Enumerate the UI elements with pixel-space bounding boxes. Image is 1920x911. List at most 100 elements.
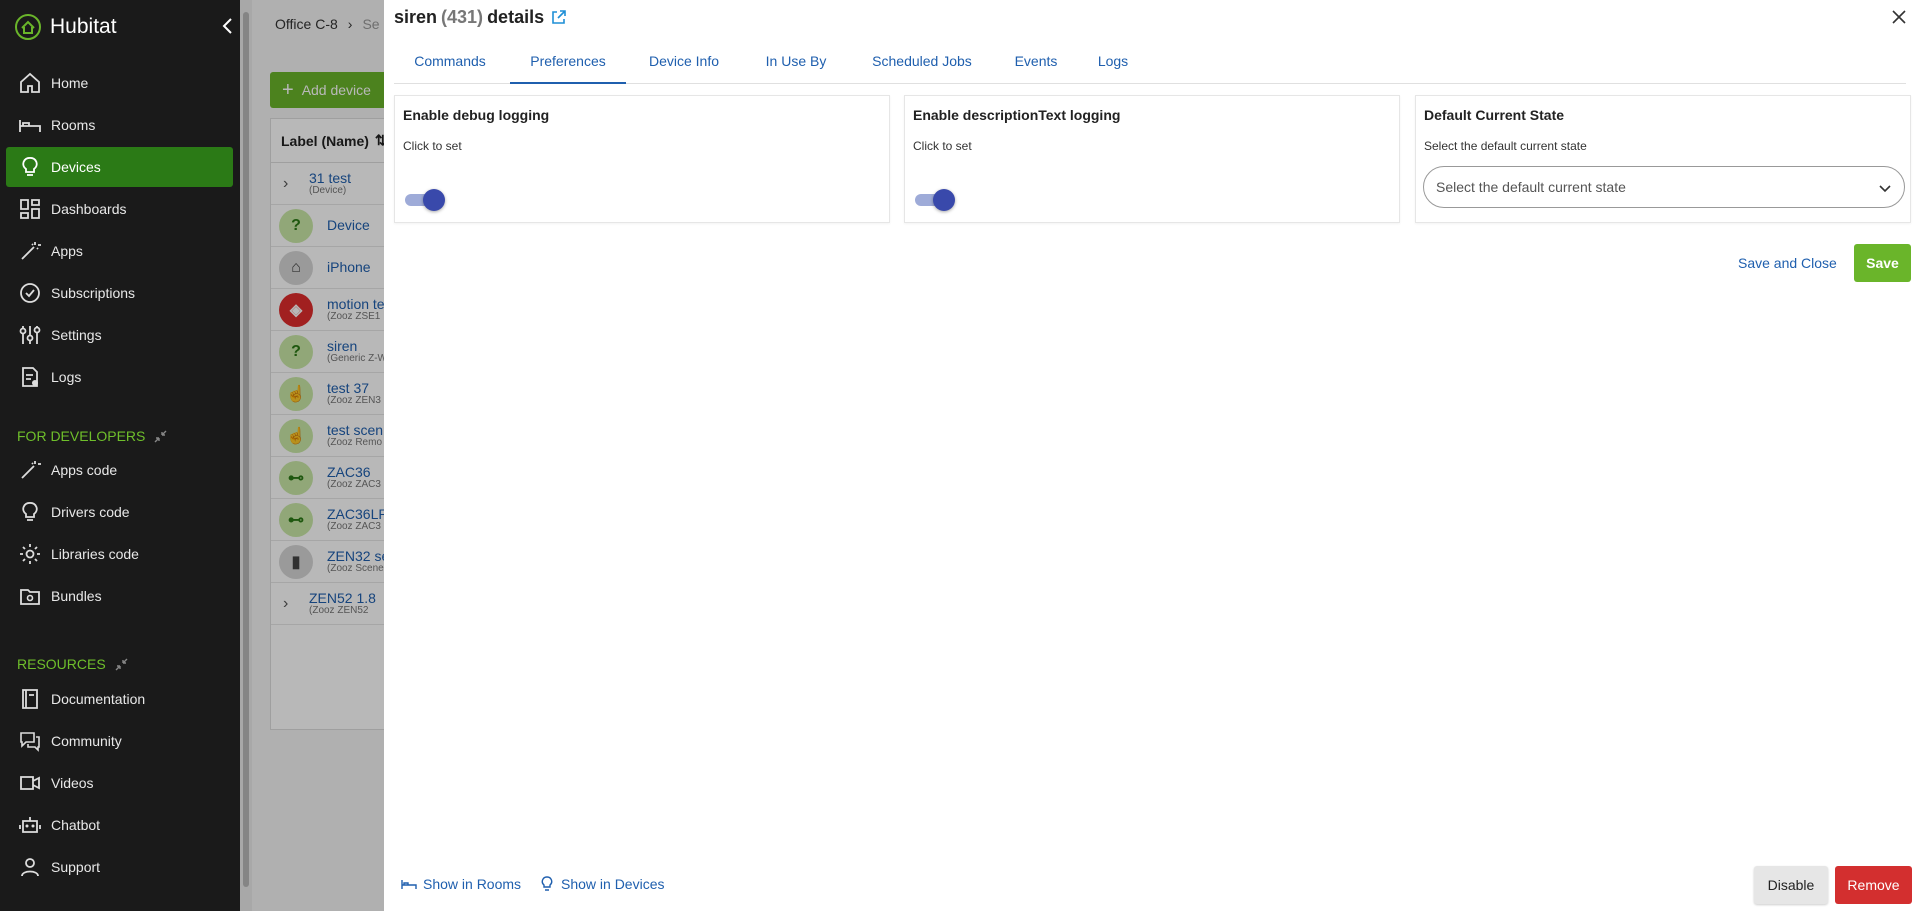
sidebar-item-subscriptions[interactable]: Subscriptions [6, 273, 233, 313]
logs-icon [22, 367, 38, 387]
tab-logs[interactable]: Logs [1080, 42, 1146, 84]
video-icon [20, 776, 40, 790]
tab-in-use-by[interactable]: In Use By [744, 42, 848, 84]
preference-hint: Click to set [913, 139, 972, 153]
sidebar-item-dashboards[interactable]: Dashboards [6, 189, 233, 229]
preference-title: Default Current State [1424, 107, 1565, 123]
description-logging-toggle[interactable] [913, 188, 957, 211]
sidebar-item-label: Community [51, 733, 122, 749]
sidebar-item-documentation[interactable]: Documentation [6, 679, 233, 719]
sidebar-item-support[interactable]: Support [6, 847, 233, 887]
preference-hint: Select the default current state [1424, 139, 1587, 153]
brand[interactable]: Hubitat [14, 12, 117, 42]
section-label: FOR DEVELOPERS [17, 428, 146, 444]
tab-commands[interactable]: Commands [394, 42, 506, 84]
driver-icon [22, 502, 38, 521]
sidebar: Hubitat Home Rooms Devices Dashboards Ap… [0, 0, 240, 911]
close-icon[interactable] [1890, 8, 1908, 26]
sidebar-item-logs[interactable]: Logs [6, 357, 233, 397]
show-in-rooms-link[interactable]: Show in Rooms [401, 876, 521, 892]
preference-card-description-logging: Enable descriptionText logging Click to … [904, 95, 1400, 223]
remove-button[interactable]: Remove [1835, 866, 1912, 904]
save-and-close-button[interactable]: Save and Close [1738, 255, 1837, 271]
bed-icon [401, 880, 417, 889]
sidebar-item-label: Support [51, 859, 101, 875]
title-suffix: details [487, 7, 545, 27]
section-for-developers[interactable]: FOR DEVELOPERS [17, 428, 168, 444]
preference-hint: Click to set [403, 139, 462, 153]
toggle-knob [933, 189, 955, 211]
sidebar-item-label: Videos [51, 775, 94, 791]
debug-logging-toggle[interactable] [403, 188, 447, 211]
sidebar-item-libraries-code[interactable]: Libraries code [6, 534, 233, 574]
drawer-title: siren (431) details [394, 7, 567, 28]
modal-backdrop[interactable] [240, 0, 384, 911]
save-button[interactable]: Save [1854, 244, 1911, 282]
sidebar-item-home[interactable]: Home [6, 63, 233, 103]
preference-card-debug-logging: Enable debug logging Click to set [394, 95, 890, 223]
bundle-icon [20, 589, 40, 605]
brand-name: Hubitat [50, 15, 117, 38]
sidebar-item-chatbot[interactable]: Chatbot [6, 805, 233, 845]
robot-icon [19, 817, 41, 833]
toggle-knob [423, 189, 445, 211]
sidebar-item-bundles[interactable]: Bundles [6, 576, 233, 616]
sidebar-item-label: Home [51, 75, 89, 91]
person-icon [21, 858, 39, 877]
device-name-title: siren [394, 7, 438, 27]
sidebar-item-label: Documentation [51, 691, 146, 707]
bulb-icon [22, 157, 38, 176]
sidebar-item-label: Libraries code [51, 546, 139, 562]
tab-device-info[interactable]: Device Info [626, 42, 742, 84]
tab-events[interactable]: Events [996, 42, 1076, 84]
sidebar-item-apps-code[interactable]: Apps code [6, 450, 233, 490]
tab-preferences[interactable]: Preferences [510, 42, 626, 84]
section-label: RESOURCES [17, 656, 106, 672]
sidebar-item-label: Chatbot [51, 817, 101, 833]
sidebar-item-videos[interactable]: Videos [6, 763, 233, 803]
chevron-down-icon [1879, 185, 1891, 193]
disable-button[interactable]: Disable [1754, 866, 1828, 904]
sidebar-item-apps[interactable]: Apps [6, 231, 233, 271]
collapse-chevron-icon[interactable] [220, 16, 236, 36]
device-details-drawer: siren (431) details Commands Preferences… [384, 0, 1920, 911]
sidebar-item-settings[interactable]: Settings [6, 315, 233, 355]
sidebar-item-label: Settings [51, 327, 102, 343]
wand-icon [21, 242, 41, 260]
hubitat-logo-icon [15, 14, 41, 40]
preference-title: Enable debug logging [403, 107, 550, 123]
open-external-icon[interactable] [550, 9, 567, 26]
tab-scheduled-jobs[interactable]: Scheduled Jobs [852, 42, 992, 84]
show-in-devices-link[interactable]: Show in Devices [539, 876, 665, 892]
preference-title: Enable descriptionText logging [913, 107, 1121, 123]
show-in-devices-label: Show in Devices [561, 876, 665, 892]
collapse-arrows-icon [115, 658, 128, 670]
sidebar-item-label: Logs [51, 369, 82, 385]
home-icon [20, 72, 40, 93]
sidebar-item-label: Drivers code [51, 504, 130, 520]
tab-bar: Commands Preferences Device Info In Use … [394, 42, 1906, 84]
section-resources[interactable]: RESOURCES [17, 656, 129, 672]
show-in-rooms-label: Show in Rooms [423, 876, 522, 892]
sidebar-item-label: Apps code [51, 462, 118, 478]
default-state-select[interactable]: Select the default current state [1423, 166, 1905, 208]
sidebar-item-label: Subscriptions [51, 285, 136, 301]
dashboard-icon [20, 199, 40, 219]
check-circle-icon [20, 283, 40, 303]
gear-code-icon [20, 544, 40, 564]
preference-card-default-state: Default Current State Select the default… [1415, 95, 1911, 223]
sidebar-item-drivers-code[interactable]: Drivers code [6, 492, 233, 532]
sidebar-item-rooms[interactable]: Rooms [6, 105, 233, 145]
wand-code-icon [21, 461, 41, 479]
chat-icon [20, 732, 40, 752]
sidebar-item-label: Dashboards [51, 201, 127, 217]
book-icon [22, 689, 38, 709]
sidebar-item-label: Bundles [51, 588, 102, 604]
sliders-icon [19, 326, 41, 344]
bulb-icon [541, 876, 553, 891]
device-id: (431) [441, 7, 484, 27]
sidebar-item-devices[interactable]: Devices [6, 147, 233, 187]
sidebar-item-community[interactable]: Community [6, 721, 233, 761]
sidebar-item-label: Rooms [51, 117, 96, 133]
sidebar-item-label: Devices [51, 159, 101, 175]
